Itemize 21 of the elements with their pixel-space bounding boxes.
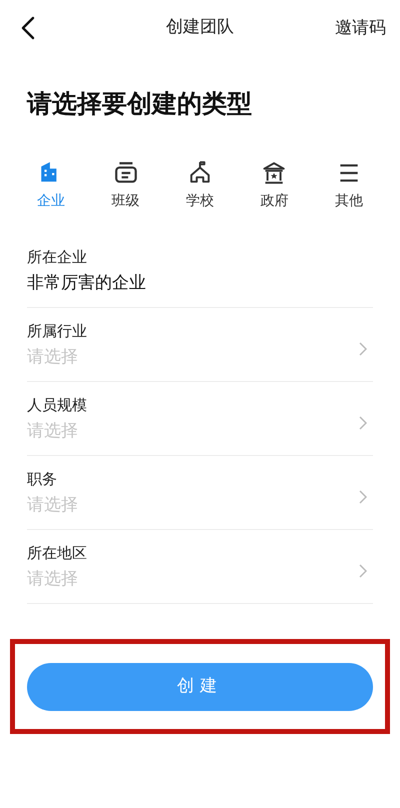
- chevron-right-icon: [359, 416, 367, 430]
- create-button[interactable]: 创建: [27, 662, 373, 710]
- chevron-right-icon: [359, 490, 367, 504]
- field-label: 职务: [27, 468, 58, 490]
- government-building-icon: [261, 160, 288, 186]
- field-label: 所在企业: [27, 246, 88, 268]
- team-type-tab[interactable]: 其他: [312, 160, 386, 210]
- team-type-tab[interactable]: 学校: [162, 160, 238, 210]
- team-type-tab[interactable]: 企业: [14, 160, 88, 210]
- field-value: 非常厉害的企业: [27, 272, 147, 294]
- chevron-right-icon: [359, 342, 367, 356]
- page-title: 创建团队: [166, 16, 234, 40]
- team-type-tab[interactable]: 政府: [237, 160, 312, 210]
- chevron-right-icon: [359, 564, 367, 578]
- section-heading: 请选择要创建的类型: [26, 88, 253, 120]
- team-type-tab[interactable]: 班级: [88, 160, 163, 210]
- field-label: 所在地区: [27, 542, 88, 564]
- invite-code-link[interactable]: 邀请码: [335, 16, 386, 42]
- field-label: 人员规模: [27, 394, 88, 416]
- signboard-icon: [112, 160, 139, 186]
- field-label: 所属行业: [27, 320, 88, 342]
